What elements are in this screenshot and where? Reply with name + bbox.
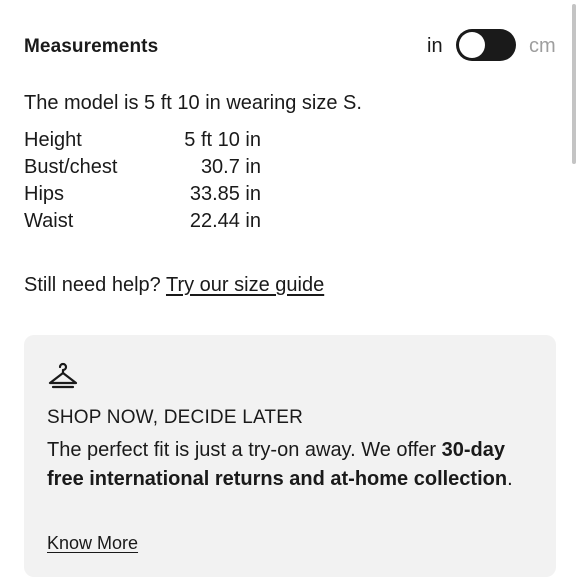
- measurements-title: Measurements: [24, 36, 159, 57]
- measurement-label: Height: [24, 129, 82, 151]
- unit-cm-label[interactable]: cm: [529, 35, 556, 58]
- promo-card: SHOP NOW, DECIDE LATER The perfect fit i…: [24, 335, 556, 577]
- promo-body-prefix: The perfect fit is just a try-on away. W…: [47, 439, 442, 461]
- measurement-value: 30.7 in: [200, 156, 261, 178]
- measurement-label: Bust/chest: [24, 156, 118, 178]
- measurement-row: Waist 22.44 in: [24, 210, 274, 237]
- promo-heading: SHOP NOW, DECIDE LATER: [47, 407, 304, 428]
- measurement-value: 5 ft 10 in: [184, 129, 261, 151]
- model-size-text: The model is 5 ft 10 in wearing size S.: [24, 92, 362, 114]
- measurements-table: Height 5 ft 10 in Bust/chest 30.7 in Hip…: [24, 129, 274, 237]
- measurements-header: Measurements in cm: [24, 29, 558, 61]
- measurement-row: Bust/chest 30.7 in: [24, 156, 274, 183]
- measurement-value: 33.85 in: [189, 183, 261, 205]
- scrollbar[interactable]: [572, 4, 576, 164]
- help-prompt: Still need help?: [24, 274, 161, 296]
- know-more-link[interactable]: Know More: [47, 533, 138, 554]
- promo-body-suffix: .: [507, 468, 513, 490]
- promo-body: The perfect fit is just a try-on away. W…: [47, 436, 533, 494]
- unit-in-label[interactable]: in: [427, 35, 443, 58]
- measurement-row: Hips 33.85 in: [24, 183, 274, 210]
- toggle-knob: [459, 32, 485, 58]
- unit-toggle[interactable]: [456, 29, 516, 61]
- size-guide-link[interactable]: Try our size guide: [166, 274, 324, 296]
- measurement-row: Height 5 ft 10 in: [24, 129, 274, 156]
- hanger-icon: [48, 362, 78, 389]
- measurement-label: Waist: [24, 210, 74, 232]
- help-line: Still need help? Try our size guide: [24, 274, 324, 297]
- measurement-label: Hips: [24, 183, 65, 205]
- measurement-value: 22.44 in: [189, 210, 261, 232]
